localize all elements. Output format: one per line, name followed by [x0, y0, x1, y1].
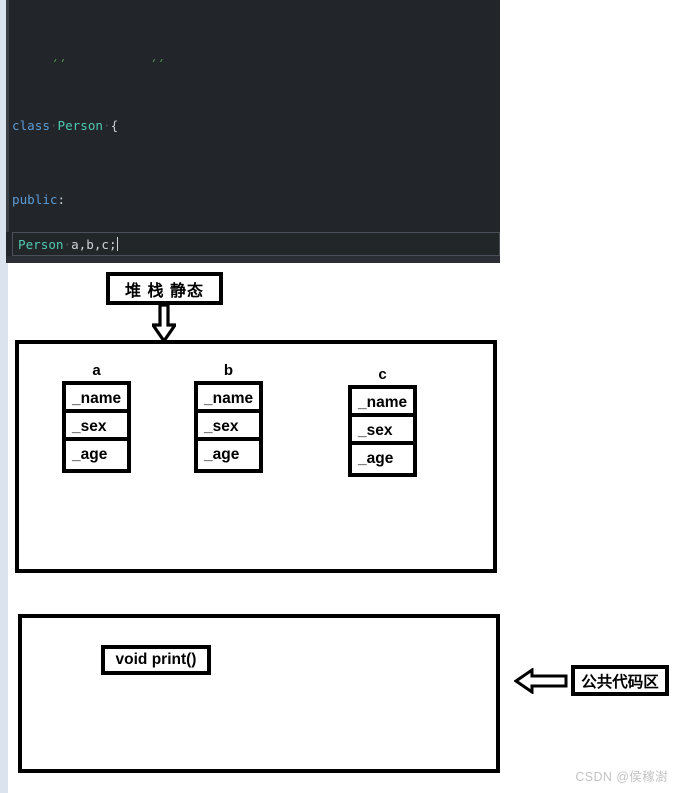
editor-footer-bar — [6, 256, 500, 263]
public-code-region-label: 公共代码区 — [571, 665, 669, 696]
object-group-b: b _name _sex _age — [194, 362, 263, 473]
object-field-b-name: _name — [198, 385, 259, 413]
code-editor-content[interactable]: // // class·Person·{ public: ⋮···void·pr… — [6, 0, 500, 263]
object-name-a: a — [92, 362, 101, 379]
object-box-a: _name _sex _age — [62, 381, 131, 473]
active-line-type-token: Person — [18, 237, 64, 252]
code-line-2[interactable]: public: — [12, 191, 500, 209]
object-group-c: c _name _sex _age — [348, 366, 417, 477]
object-field-b-sex: _sex — [198, 413, 259, 441]
object-field-c-age: _age — [352, 445, 413, 473]
csdn-watermark: CSDN @侯稼澍 — [575, 770, 668, 784]
arrow-left-icon — [513, 667, 568, 695]
active-line-vars-token: a,b,c; — [71, 237, 117, 252]
code-active-line[interactable]: Person·a,b,c; — [12, 232, 500, 256]
code-editor-panel[interactable]: // // class·Person·{ public: ⋮···void·pr… — [6, 0, 500, 263]
object-field-c-sex: _sex — [352, 417, 413, 445]
object-box-b: _name _sex _age — [194, 381, 263, 473]
object-box-c: _name _sex _age — [348, 385, 417, 477]
object-field-a-name: _name — [66, 385, 127, 413]
code-line-partial: // // — [12, 55, 500, 62]
object-field-c-name: _name — [352, 389, 413, 417]
object-name-b: b — [223, 362, 234, 379]
object-name-c: c — [378, 366, 387, 383]
code-line-1[interactable]: class·Person·{ — [12, 117, 500, 135]
object-field-a-sex: _sex — [66, 413, 127, 441]
code-active-line-text: Person·a,b,c; — [18, 237, 118, 252]
text-caret — [116, 237, 118, 251]
method-print-label: void print() — [101, 645, 211, 675]
object-field-a-age: _age — [66, 441, 127, 469]
object-group-a: a _name _sex _age — [62, 362, 131, 473]
arrow-down-icon — [149, 303, 179, 344]
public-code-region-box — [18, 614, 500, 773]
object-field-b-age: _age — [198, 441, 259, 469]
memory-region-label: 堆 栈 静态 — [106, 272, 223, 305]
page-root: // // class·Person·{ public: ⋮···void·pr… — [0, 0, 676, 793]
